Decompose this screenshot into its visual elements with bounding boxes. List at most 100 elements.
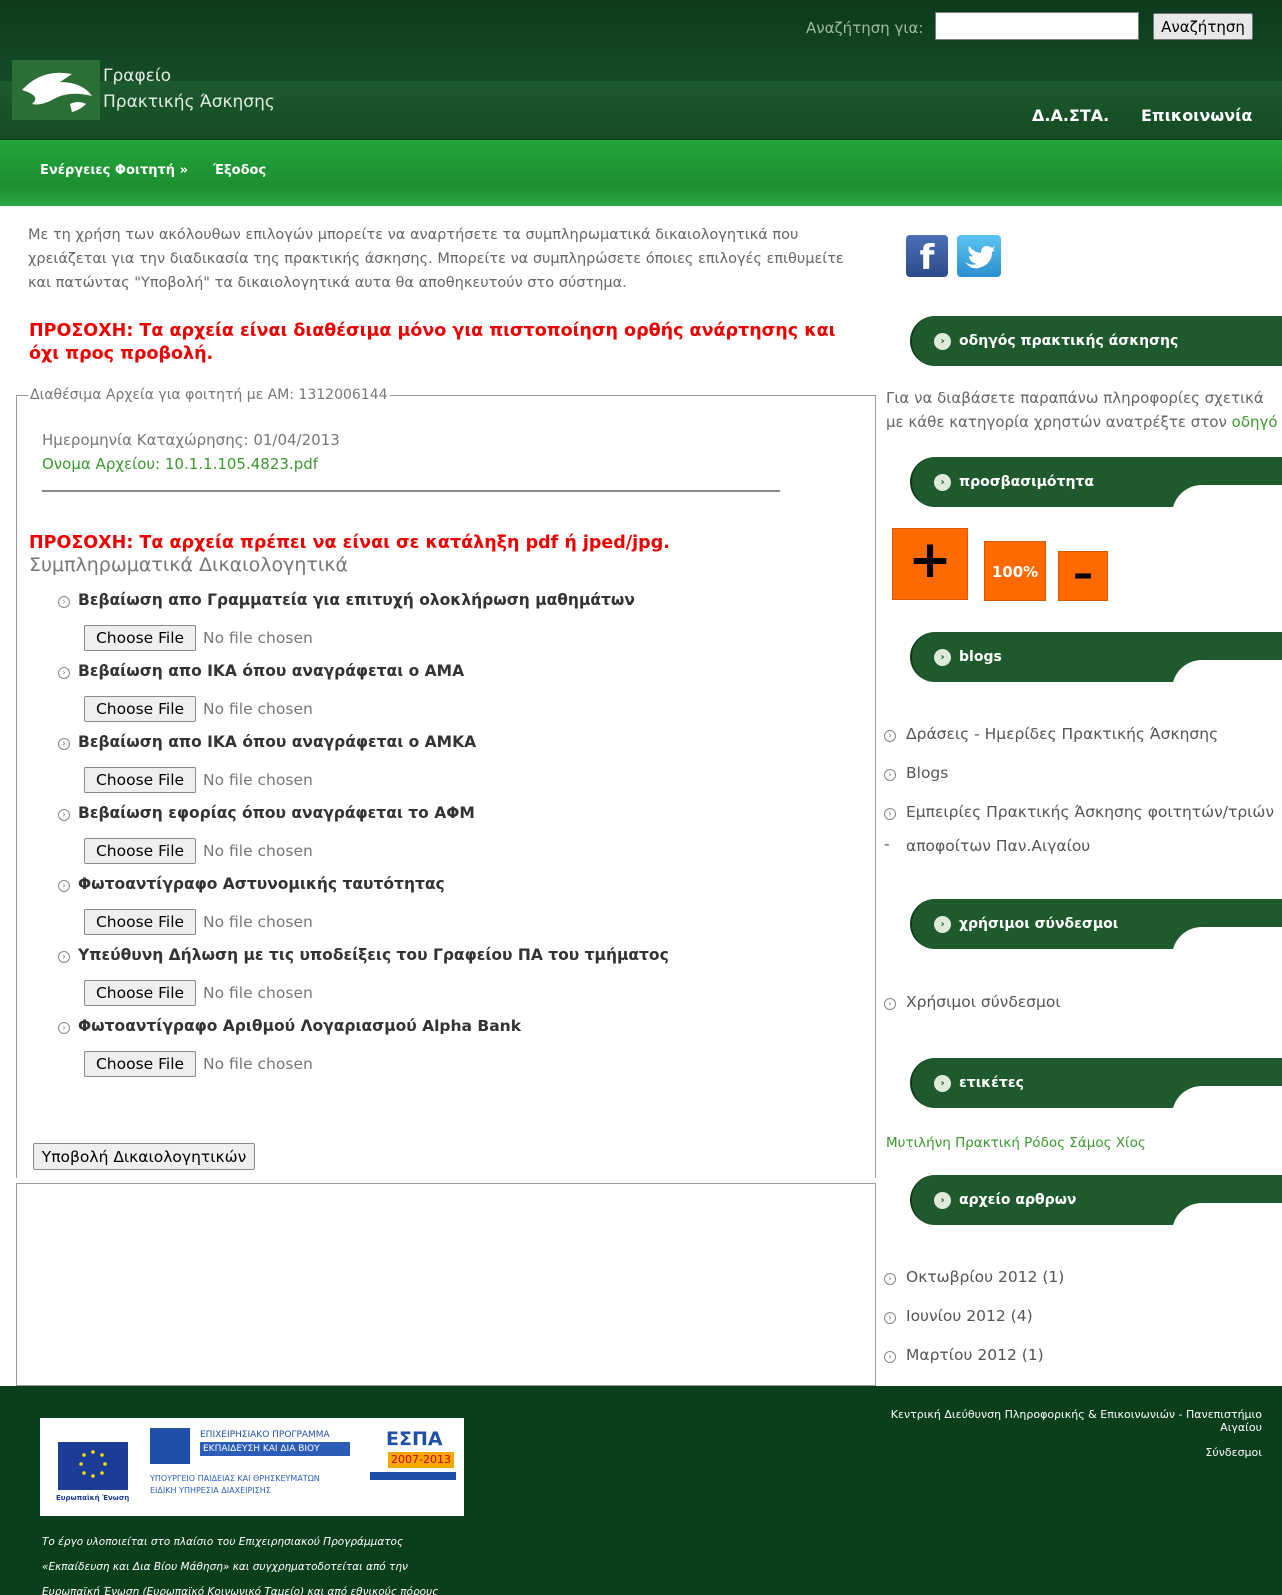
blog-item-label: Δράσεις - Ημερίδες Πρακτικής Άσκησης — [906, 725, 1219, 743]
archive-item-label: Μαρτίου 2012 (1) — [906, 1346, 1044, 1364]
student-actions-menu[interactable]: Ενέργειες Φοιτητή » — [40, 163, 188, 178]
circle-bullet-icon: › — [58, 738, 70, 750]
choose-file-button[interactable]: Choose File — [84, 1051, 196, 1077]
uploaded-file-name[interactable]: Ονομα Αρχείου: 10.1.1.105.4823.pdf — [42, 455, 318, 473]
footer-links[interactable]: Σύνδεσμοι — [1062, 1446, 1262, 1459]
logo-title-line2: Πρακτικής Άσκησης — [103, 92, 275, 112]
logout-link[interactable]: Έξοδος — [213, 163, 266, 178]
circle-bullet-icon: › — [58, 667, 70, 679]
guide-link[interactable]: οδηγό — [1232, 413, 1278, 431]
document-item: › Φωτοαντίγραφο Αριθμού Λογαριασμού Alpha… — [58, 1017, 521, 1035]
document-label: Βεβαίωση εφορίας όπου αναγράφεται το ΑΦΜ — [78, 804, 475, 822]
tag-cloud[interactable]: Μυτιλήνη Πρακτική Ρόδος Σάμος Χίος — [886, 1135, 1146, 1151]
circle-bullet-icon: › — [884, 769, 896, 781]
choose-file-button[interactable]: Choose File — [84, 767, 196, 793]
choose-file-button[interactable]: Choose File — [84, 838, 196, 864]
blog-item-continuation[interactable]: αποφοίτων Παν.Αιγαίου — [906, 830, 1282, 862]
available-files-legend: Διαθέσιμα Αρχεία για φοιτητή με ΑΜ: 1312… — [28, 387, 390, 403]
archive-item[interactable]: › Ιουνίου 2012 (4) — [884, 1300, 1282, 1332]
arrow-right-icon: › — [934, 1192, 951, 1209]
document-item: › Βεβαίωση απο Γραμματεία για επιτυχή ολο… — [58, 591, 635, 609]
guide-text-line2: με κάθε κατηγορία χρηστών ανατρέξτε στον — [886, 413, 1232, 431]
tab-curve — [1172, 485, 1282, 515]
document-label: Βεβαίωση απο ΙΚΑ όπου αναγράφεται ο ΑΜΚΑ — [78, 733, 477, 751]
funding-description-line3: Ευρωπαϊκή Ένωση (Ευρωπαϊκό Κοινωνικό Ταμ… — [42, 1586, 439, 1595]
empty-fieldset — [16, 1183, 876, 1386]
espa-years: 2007-2013 — [388, 1452, 454, 1468]
choose-file-button[interactable]: Choose File — [84, 696, 196, 722]
ministry-label: ΥΠΟΥΡΓΕΙΟ ΠΑΙΔΕΙΑΣ ΚΑΙ ΘΡΗΣΚΕΥΜΑΤΩΝ — [150, 1474, 320, 1483]
espa-band — [370, 1472, 456, 1480]
site-logo[interactable]: Γραφείο Πρακτικής Άσκησης — [12, 60, 292, 120]
site-footer: Ευρωπαϊκή Ένωση ΕΠΙΧΕΙΡΗΣΙΑΚΟ ΠΡΟΓΡΑΜΜΑ … — [0, 1386, 1282, 1595]
guide-tab[interactable]: › οδηγός πρακτικής άσκησης — [910, 316, 1282, 366]
file-status: No file chosen — [203, 771, 313, 789]
documents-heading: Συμπληρωματικά Δικαιολογητικά — [29, 554, 348, 576]
circle-bullet-icon: › — [58, 1022, 70, 1034]
registration-date: Ημερομηνία Καταχώρησης: 01/04/2013 — [42, 431, 340, 449]
eu-flag-icon — [58, 1442, 128, 1490]
tab-curve — [1172, 1086, 1282, 1116]
arrow-right-icon: › — [934, 333, 951, 350]
service-label: ΕΙΔΙΚΗ ΥΠΗΡΕΣΙΑ ΔΙΑΧΕΙΡΙΣΗΣ — [150, 1486, 271, 1495]
facebook-icon[interactable]: f — [906, 235, 948, 278]
document-label: Υπεύθυνη Δήλωση με τις υποδείξεις του Γρ… — [78, 946, 669, 964]
circle-bullet-icon: › — [884, 1312, 896, 1324]
search-label: Αναζήτηση για: — [806, 19, 924, 37]
circle-bullet-icon: › — [58, 951, 70, 963]
arrow-right-icon: › — [934, 1075, 951, 1092]
nav-dasta-link[interactable]: Δ.Α.ΣΤΑ. — [1032, 106, 1109, 125]
search-button[interactable]: Αναζήτηση — [1153, 13, 1253, 40]
twitter-icon[interactable] — [957, 235, 1001, 277]
document-label: Φωτοαντίγραφο Αριθμού Λογαριασμού Alpha … — [78, 1017, 522, 1035]
funding-logos: Ευρωπαϊκή Ένωση ΕΠΙΧΕΙΡΗΣΙΑΚΟ ΠΡΟΓΡΑΜΜΑ … — [40, 1418, 464, 1516]
document-item: › Βεβαίωση απο ΙΚΑ όπου αναγράφεται ο ΑΜΚ… — [58, 733, 476, 751]
archive-tab-label: αρχείο αρθρων — [959, 1192, 1077, 1208]
submit-documents-button[interactable]: Υποβολή Δικαιολογητικών — [33, 1143, 255, 1170]
decrease-font-button[interactable]: – — [1058, 551, 1108, 601]
guide-text-line1: Για να διαβάσετε παραπάνω πληροφορίες σχ… — [886, 389, 1264, 407]
file-status: No file chosen — [203, 842, 313, 860]
espa-logo: ΕΣΠΑ 2007-2013 — [370, 1428, 456, 1488]
operational-programme-logo: ΕΠΙΧΕΙΡΗΣΙΑΚΟ ΠΡΟΓΡΑΜΜΑ ΕΚΠΑΙΔΕΥΣΗ ΚΑΙ Δ… — [150, 1428, 350, 1468]
funding-description-line2: «Εκπαίδευση και Δια Βίου Μάθηση» και συγ… — [42, 1561, 408, 1573]
choose-file-button[interactable]: Choose File — [84, 980, 196, 1006]
choose-file-button[interactable]: Choose File — [84, 625, 196, 651]
arrow-right-icon: › — [934, 916, 951, 933]
circle-bullet-icon: › — [58, 596, 70, 608]
document-label: Φωτοαντίγραφο Αστυνομικής ταυτότητας — [78, 875, 445, 893]
link-item[interactable]: › Χρήσιμοι σύνδεσμοι — [884, 986, 1282, 1018]
espa-title: ΕΣΠΑ — [386, 1428, 443, 1450]
blog-item[interactable]: › Blogs — [884, 757, 1282, 789]
site-header: Αναζήτηση για: Αναζήτηση Γραφείο Πρακτικ… — [0, 0, 1282, 140]
circle-bullet-icon: › — [58, 880, 70, 892]
archive-item-label: Ιουνίου 2012 (4) — [906, 1307, 1033, 1325]
file-divider — [42, 490, 780, 492]
search-input[interactable] — [935, 12, 1139, 40]
op-title: ΕΠΙΧΕΙΡΗΣΙΑΚΟ ΠΡΟΓΡΑΜΜΑ — [200, 1430, 330, 1440]
archive-item[interactable]: › Οκτωβρίου 2012 (1) — [884, 1261, 1282, 1293]
archive-item[interactable]: › Μαρτίου 2012 (1) — [884, 1339, 1282, 1371]
file-status: No file chosen — [203, 1055, 313, 1073]
reset-font-button[interactable]: 100% — [984, 541, 1046, 601]
blog-item-label: αποφοίτων Παν.Αιγαίου — [906, 837, 1091, 855]
circle-bullet-icon: › — [884, 1273, 896, 1285]
increase-font-button[interactable]: + — [892, 528, 968, 600]
nav-contact-link[interactable]: Επικοινωνία — [1141, 106, 1252, 125]
choose-file-button[interactable]: Choose File — [84, 909, 196, 935]
document-label: Βεβαίωση απο ΙΚΑ όπου αναγράφεται ο ΑΜΑ — [78, 662, 465, 680]
availability-warning: ΠΡΟΣΟΧΗ: Τα αρχεία είναι διαθέσιμα μόνο … — [29, 321, 836, 364]
swallow-logo-icon — [12, 60, 100, 120]
circle-bullet-icon: › — [884, 808, 896, 820]
blog-item[interactable]: › Δράσεις - Ημερίδες Πρακτικής Άσκησης — [884, 718, 1282, 750]
document-item: › Βεβαίωση εφορίας όπου αναγράφεται το ΑΦ… — [58, 804, 475, 822]
blog-item-label: Blogs — [906, 764, 949, 782]
circle-bullet-icon: › — [884, 1351, 896, 1363]
footer-credit[interactable]: Κεντρική Διεύθυνση Πληροφορικής & Επικοι… — [862, 1408, 1262, 1434]
document-item: › Υπεύθυνη Δήλωση με τις υποδείξεις του Γ… — [58, 946, 669, 964]
archive-item-label: Οκτωβρίου 2012 (1) — [906, 1268, 1065, 1286]
file-format-warning: ΠΡΟΣΟΧΗ: Τα αρχεία πρέπει να είναι σε κα… — [29, 533, 670, 553]
op-subtitle: ΕΚΠΑΙΔΕΥΣΗ ΚΑΙ ΔΙΑ ΒΙΟΥ ΜΑΘΗΣΗ — [200, 1442, 350, 1468]
file-status: No file chosen — [203, 913, 313, 931]
funding-description-line1: Το έργο υλοποιείται στο πλαίσιο του Επιχ… — [42, 1536, 404, 1548]
